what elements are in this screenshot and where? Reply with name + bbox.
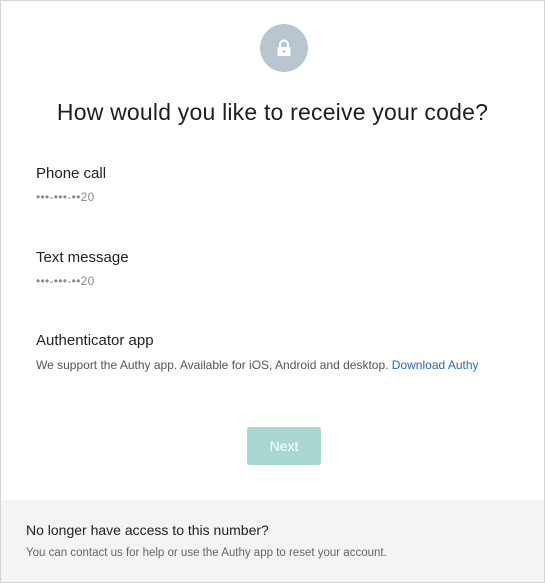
lock-icon	[260, 24, 308, 72]
footer-title: No longer have access to this number?	[26, 522, 269, 538]
option-label: Authenticator app	[36, 332, 154, 349]
masked-phone-number: •••-•••-••20	[36, 190, 95, 204]
option-text-message[interactable]: Text message •••-•••-••20	[36, 249, 129, 288]
next-button[interactable]: Next	[247, 427, 321, 465]
option-label: Phone call	[36, 165, 107, 182]
option-description: We support the Authy app. Available for …	[36, 358, 479, 372]
page-title: How would you like to receive your code?	[56, 99, 489, 125]
option-phone-call[interactable]: Phone call •••-•••-••20	[36, 165, 106, 204]
footer-panel: No longer have access to this number? Yo…	[1, 500, 544, 582]
option-authenticator-app[interactable]: Authenticator app We support the Authy a…	[36, 332, 479, 372]
option-label: Text message	[36, 249, 129, 266]
authy-support-text: We support the Authy app. Available for …	[36, 358, 389, 372]
footer-description: You can contact us for help or use the A…	[26, 547, 387, 559]
download-authy-link[interactable]: Download Authy	[392, 358, 479, 372]
verification-card: How would you like to receive your code?…	[0, 0, 545, 583]
masked-phone-number: •••-•••-••20	[36, 274, 95, 288]
